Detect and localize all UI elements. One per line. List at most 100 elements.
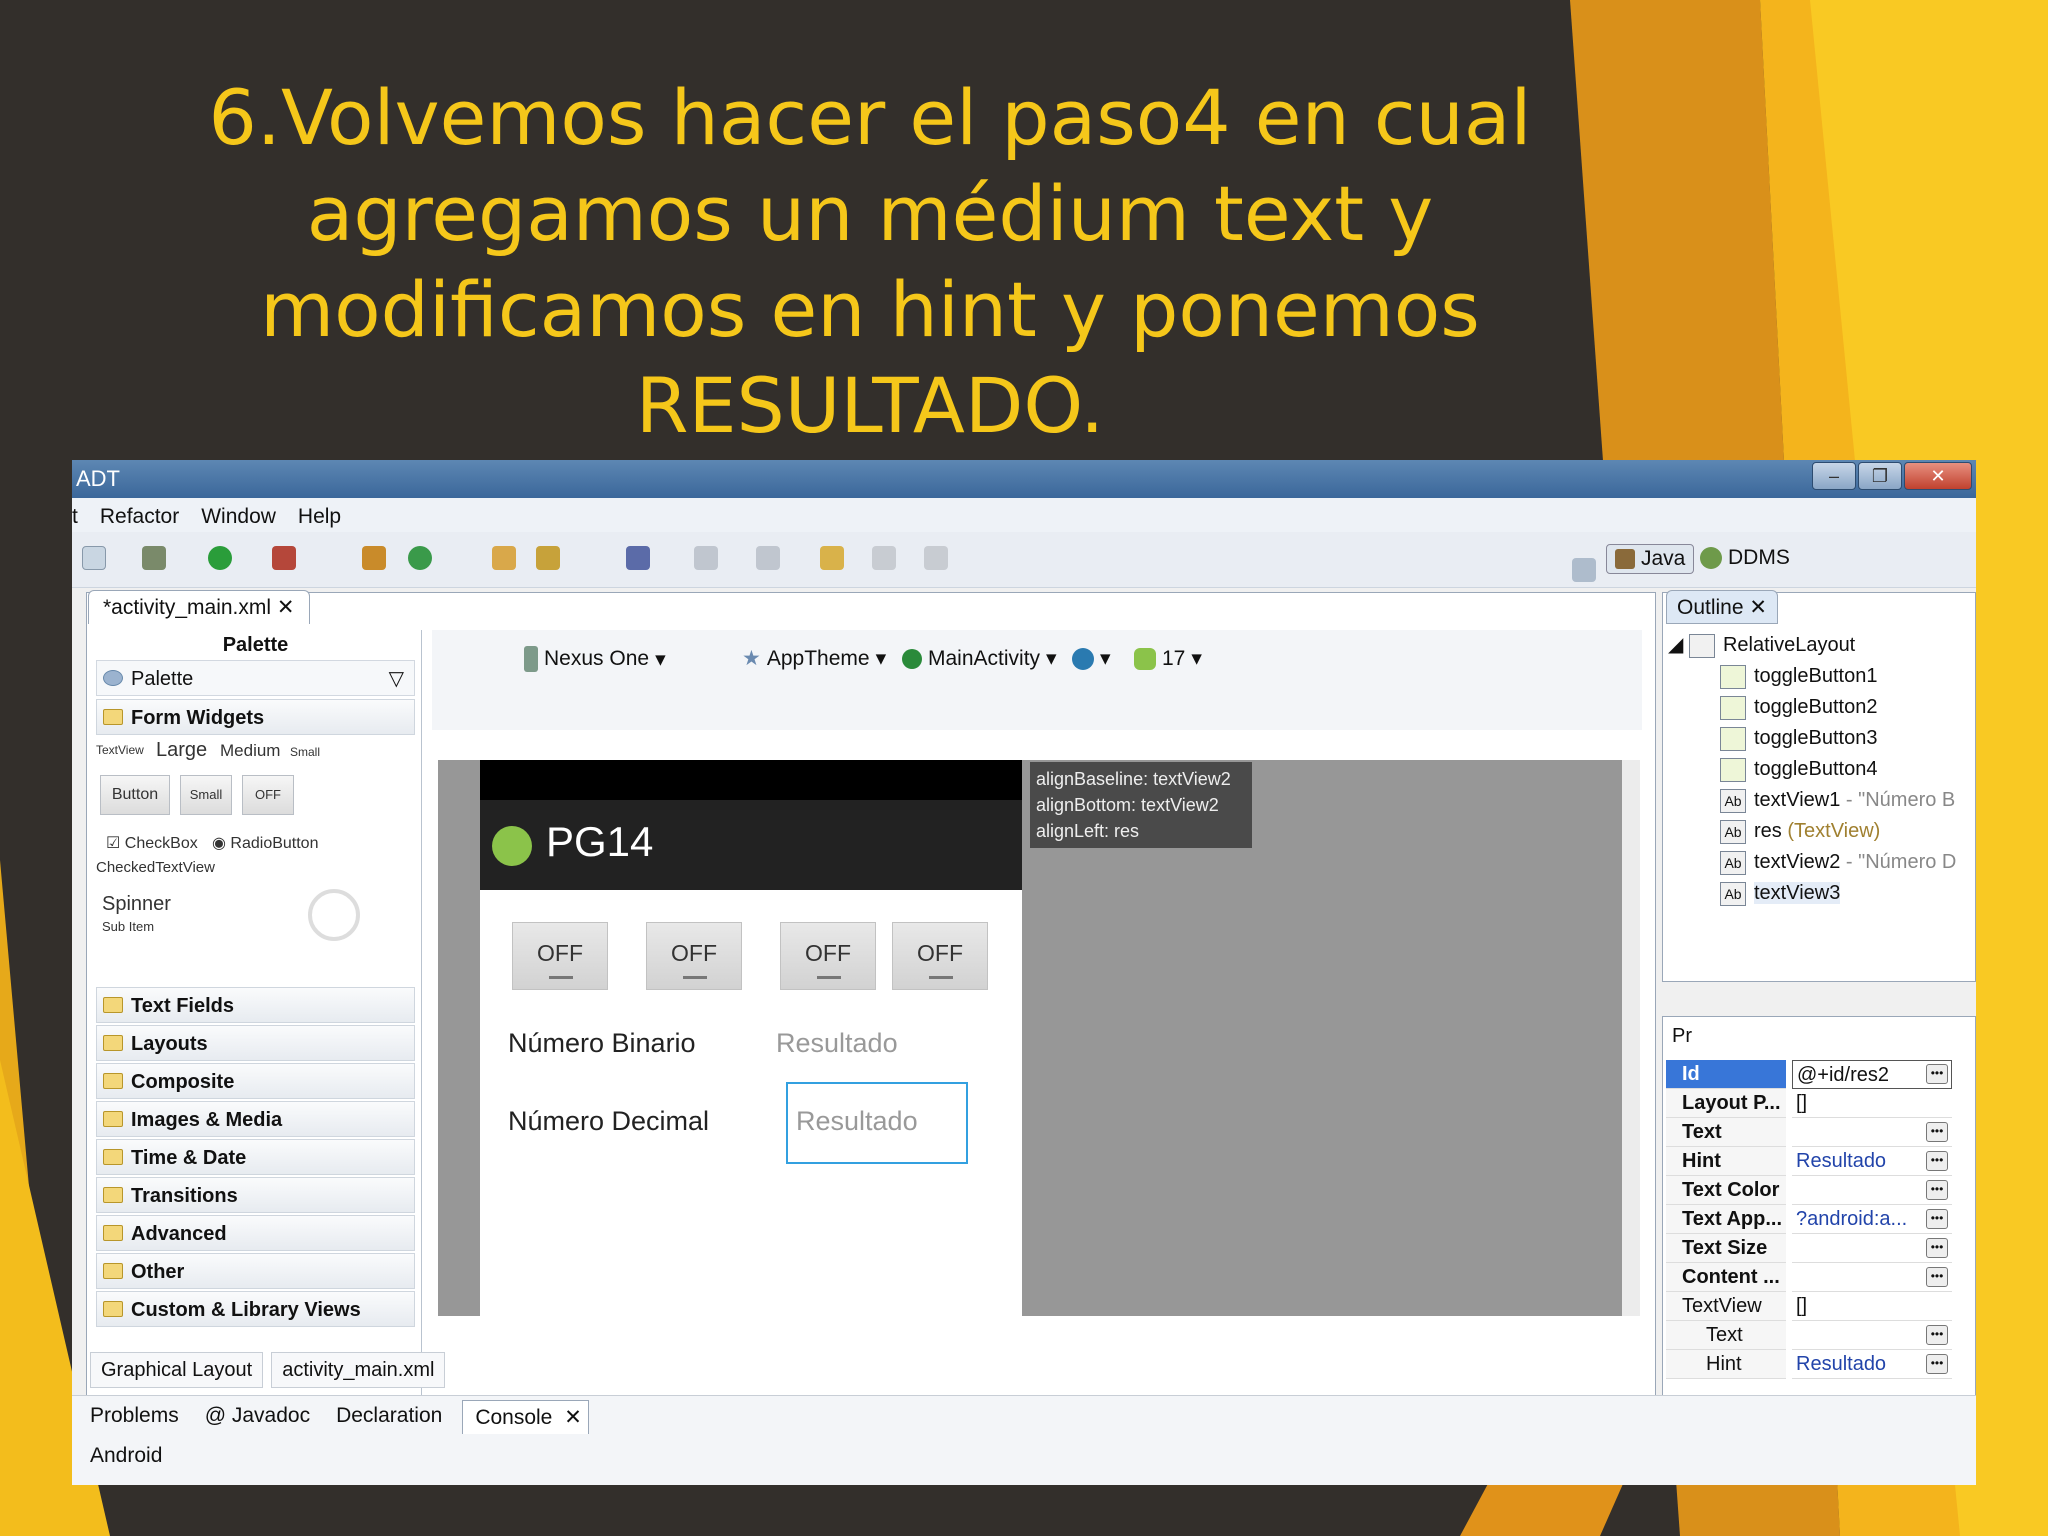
label-numero-binario[interactable]: Número Binario [508,1028,696,1059]
open-type-icon[interactable] [492,546,516,570]
expand-icon[interactable]: ◢ [1668,634,1689,656]
device-selector[interactable]: Nexus One ▾ [524,646,666,672]
locale-selector[interactable]: ▾ [1072,646,1111,671]
tree-item-selected[interactable]: Ab textView3 [1668,878,1956,909]
property-row[interactable]: Text Size ••• [1666,1234,1972,1263]
tab-properties[interactable]: Pr [1672,1025,1692,1048]
canvas-scrollbar[interactable] [1622,760,1640,1316]
group-custom-library-views[interactable]: Custom & Library Views [96,1291,415,1327]
menu-item-refactor[interactable]: Refactor [100,505,179,532]
tab-xml-source[interactable]: activity_main.xml [271,1352,446,1388]
activity-selector[interactable]: MainActivity ▾ [902,646,1057,671]
tree-item[interactable]: toggleButton1 [1668,661,1956,692]
open-perspective-icon[interactable] [1572,558,1596,582]
group-composite[interactable]: Composite [96,1063,415,1099]
tree-item[interactable]: Ab textView1 - "Número B [1668,785,1956,816]
debug-icon[interactable] [142,546,166,570]
perspective-ddms[interactable]: DDMS [1700,546,1790,570]
group-transitions[interactable]: Transitions [96,1177,415,1213]
more-icon[interactable]: ••• [1926,1064,1948,1084]
label-numero-decimal[interactable]: Número Decimal [508,1106,709,1137]
tree-root[interactable]: ◢ RelativeLayout [1668,630,1956,661]
more-icon[interactable]: ••• [1926,1209,1948,1229]
group-layouts[interactable]: Layouts [96,1025,415,1061]
property-row[interactable]: Layout P...[] [1666,1089,1972,1118]
more-icon[interactable]: ••• [1926,1151,1948,1171]
textview-res[interactable]: Resultado [776,1028,898,1059]
external-tools-icon[interactable] [272,546,296,570]
more-icon[interactable]: ••• [1926,1122,1948,1142]
toggle-button-3[interactable]: OFF [780,922,876,990]
tab-declaration[interactable]: Declaration [330,1400,448,1434]
property-row[interactable]: Text ••• [1666,1118,1972,1147]
progress-spinner-icon[interactable] [308,889,360,941]
theme-selector[interactable]: ★ AppTheme ▾ [742,646,886,671]
close-button[interactable]: ✕ [1904,462,1972,490]
more-icon[interactable]: ••• [1926,1238,1948,1258]
tree-item[interactable]: toggleButton4 [1668,754,1956,785]
close-tab-icon[interactable]: ✕ [277,596,295,619]
group-form-widgets[interactable]: Form Widgets [96,699,415,735]
minimize-button[interactable]: – [1812,462,1856,490]
tree-item[interactable]: toggleButton3 [1668,723,1956,754]
new-class-icon[interactable] [408,546,432,570]
api-level-selector[interactable]: 17 ▾ [1134,646,1202,671]
tab-problems[interactable]: Problems [84,1400,185,1434]
next-annotation-icon[interactable] [694,546,718,570]
new-package-icon[interactable] [362,546,386,570]
group-other[interactable]: Other [96,1253,415,1289]
new-file-icon[interactable] [82,546,106,570]
toggle-button-2[interactable]: OFF [646,922,742,990]
last-edit-icon[interactable] [820,546,844,570]
tab-javadoc[interactable]: @ Javadoc [199,1400,316,1434]
toggle-button-1[interactable]: OFF [512,922,608,990]
more-icon[interactable]: ••• [1926,1354,1948,1374]
widget-medium[interactable]: Medium [220,741,280,761]
search-icon[interactable] [536,546,560,570]
palette-selector[interactable]: Palette ▽ [96,660,415,696]
widget-button[interactable]: Button [100,775,170,815]
menu-item-window[interactable]: Window [201,505,276,532]
tab-outline[interactable]: Outline ✕ [1666,590,1778,624]
tree-item[interactable]: Ab textView2 - "Número D [1668,847,1956,878]
maximize-button[interactable]: ❐ [1858,462,1902,490]
widget-checked-textview[interactable]: CheckedTextView [96,859,215,876]
widget-small[interactable]: Small [290,745,320,759]
menu-item-project[interactable]: t [72,505,78,532]
tree-item[interactable]: toggleButton2 [1668,692,1956,723]
widget-radio[interactable]: ◉ RadioButton [212,833,318,853]
tab-console[interactable]: Console ✕ [462,1400,589,1434]
more-icon[interactable]: ••• [1926,1325,1948,1345]
widget-toggle[interactable]: OFF [242,775,294,815]
selection-handles[interactable] [786,1082,968,1164]
widget-small-button[interactable]: Small [180,775,232,815]
run-icon[interactable] [208,546,232,570]
tab-graphical-layout[interactable]: Graphical Layout [90,1352,264,1388]
back-icon[interactable] [872,546,896,570]
tab-activity-main[interactable]: *activity_main.xml ✕ [88,590,310,624]
tree-item[interactable]: Ab res (TextView) [1668,816,1956,847]
forward-icon[interactable] [924,546,948,570]
pin-icon[interactable] [626,546,650,570]
chevron-down-icon[interactable]: ▽ [389,661,404,697]
more-icon[interactable]: ••• [1926,1180,1948,1200]
menu-item-help[interactable]: Help [298,505,341,532]
widget-large[interactable]: Large [156,739,207,762]
property-row[interactable]: Content ... ••• [1666,1263,1972,1292]
property-row[interactable]: Hint Resultado ••• [1666,1147,1972,1176]
property-row[interactable]: Text ••• [1666,1321,1972,1350]
widget-textview[interactable]: TextView [96,743,144,757]
property-row[interactable]: Id @+id/res2 ••• [1666,1060,1972,1089]
property-row[interactable]: Hint Resultado ••• [1666,1350,1972,1379]
property-row[interactable]: TextView[] [1666,1292,1972,1321]
group-images-media[interactable]: Images & Media [96,1101,415,1137]
perspective-java[interactable]: Java [1606,544,1695,574]
prev-annotation-icon[interactable] [756,546,780,570]
toggle-button-4[interactable]: OFF [892,922,988,990]
widget-checkbox[interactable]: ☑ CheckBox [106,833,198,853]
more-icon[interactable]: ••• [1926,1267,1948,1287]
property-row[interactable]: Text App... ?android:a... ••• [1666,1205,1972,1234]
widget-spinner[interactable]: Spinner [102,893,171,916]
property-row[interactable]: Text Color ••• [1666,1176,1972,1205]
group-text-fields[interactable]: Text Fields [96,987,415,1023]
